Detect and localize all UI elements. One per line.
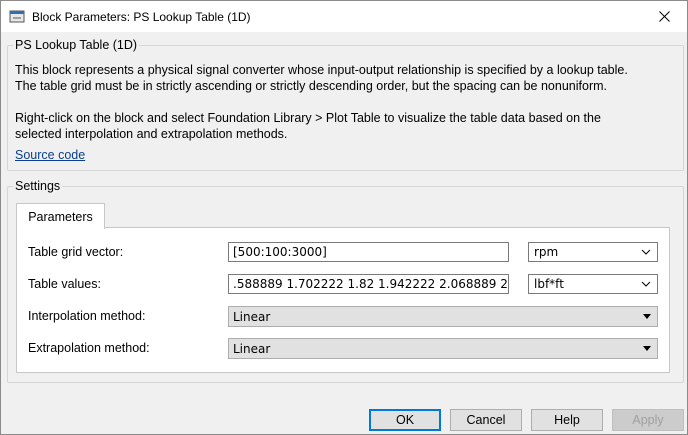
close-icon <box>658 11 670 22</box>
table-grid-unit-select[interactable]: rpm <box>528 242 658 262</box>
interpolation-method-select[interactable]: Linear <box>228 306 658 327</box>
settings-legend: Settings <box>13 179 63 193</box>
dialog-window: Block Parameters: PS Lookup Table (1D) P… <box>0 0 688 435</box>
cancel-button[interactable]: Cancel <box>450 409 522 431</box>
table-grid-vector-label: Table grid vector: <box>28 245 124 259</box>
extrapolation-method-select[interactable]: Linear <box>228 338 658 359</box>
simulink-block-icon <box>9 10 25 23</box>
description-line-4: selected interpolation and extrapolation… <box>15 127 288 141</box>
extrapolation-method-value: Linear <box>233 342 271 356</box>
close-button[interactable] <box>641 1 687 32</box>
chevron-down-icon <box>641 249 651 255</box>
help-button[interactable]: Help <box>531 409 603 431</box>
dropdown-arrow-icon <box>643 346 651 351</box>
dropdown-arrow-icon <box>643 314 651 319</box>
extrapolation-method-label: Extrapolation method: <box>28 341 150 355</box>
table-values-label: Table values: <box>28 277 101 291</box>
interpolation-method-value: Linear <box>233 310 271 324</box>
description-line-2: The table grid must be in strictly ascen… <box>15 79 607 93</box>
table-values-unit-select[interactable]: lbf*ft <box>528 274 658 294</box>
table-values-unit-value: lbf*ft <box>534 277 564 291</box>
table-values-value: .588889 1.702222 1.82 1.942222 2.068889 … <box>233 277 509 291</box>
interpolation-method-label: Interpolation method: <box>28 309 146 323</box>
table-values-input[interactable]: .588889 1.702222 1.82 1.942222 2.068889 … <box>228 274 509 294</box>
window-title: Block Parameters: PS Lookup Table (1D) <box>32 10 251 24</box>
tab-parameters[interactable]: Parameters <box>16 203 105 229</box>
chevron-down-icon <box>641 281 651 287</box>
description-line-1: This block represents a physical signal … <box>15 63 628 77</box>
source-code-link[interactable]: Source code <box>15 148 85 162</box>
title-bar[interactable]: Block Parameters: PS Lookup Table (1D) <box>1 1 687 32</box>
table-grid-unit-value: rpm <box>534 245 559 259</box>
description-line-3: Right-click on the block and select Foun… <box>15 111 601 125</box>
apply-button[interactable]: Apply <box>612 409 684 431</box>
ok-button[interactable]: OK <box>369 409 441 431</box>
description-legend: PS Lookup Table (1D) <box>13 38 140 52</box>
tab-parameters-label: Parameters <box>28 209 93 224</box>
table-grid-vector-input[interactable]: [500:100:3000] <box>228 242 509 262</box>
